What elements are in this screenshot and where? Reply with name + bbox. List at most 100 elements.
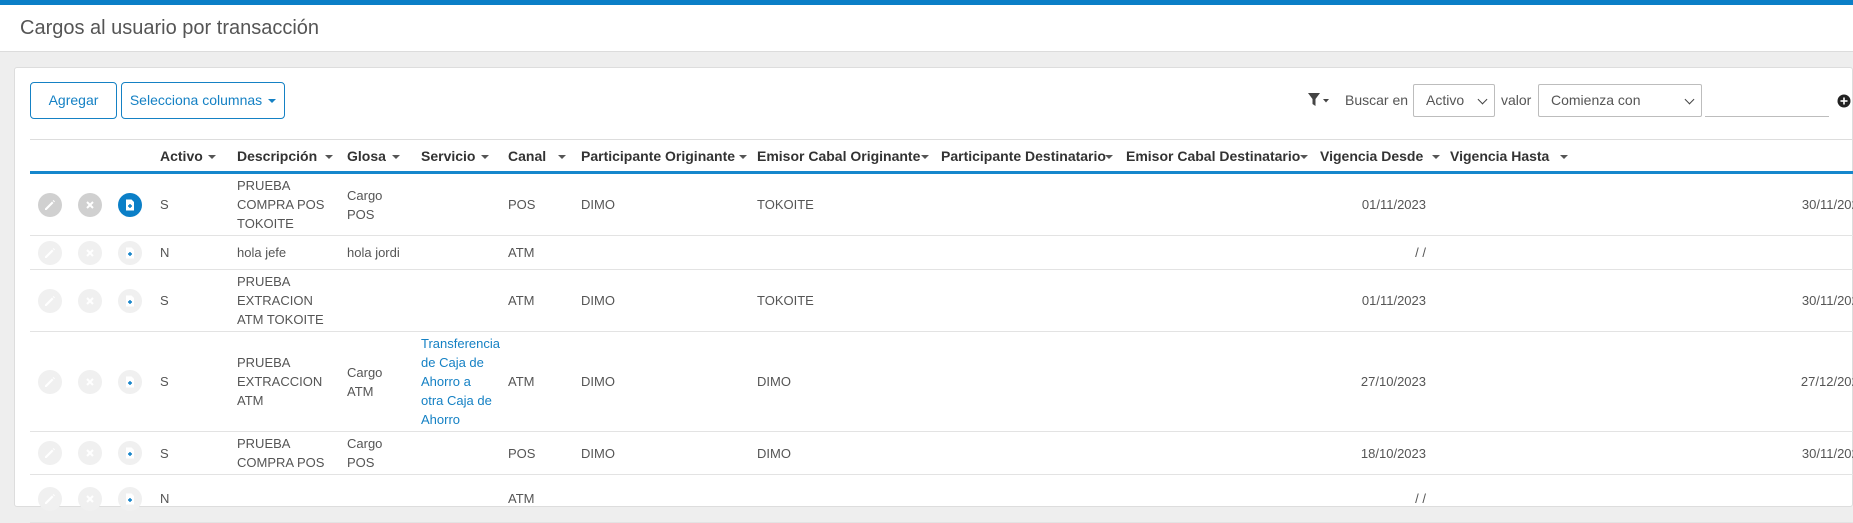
descripcion-cell: PRUEBA COMPRA POS TOKOITE (227, 172, 337, 236)
chevron-down-icon (1684, 94, 1695, 105)
header-vigencia-hasta[interactable]: Vigencia Hasta (1440, 139, 1853, 174)
search-in-label: Buscar en (1345, 92, 1409, 108)
table-row: Nhola jefehola jordi ATM / // / (30, 235, 1853, 270)
header-actions (30, 139, 70, 174)
emisor-cabal-originante-cell: TOKOITE (747, 172, 931, 236)
delete-icon[interactable] (78, 240, 102, 265)
sort-caret-icon (208, 155, 216, 159)
servicio-cell (411, 235, 498, 270)
action-cell (30, 431, 70, 475)
edit-icon[interactable] (38, 441, 62, 465)
action-cell (30, 474, 70, 523)
delete-icon[interactable] (78, 369, 102, 394)
vigencia-desde-cell: 01/11/2023 (1310, 269, 1440, 332)
action-cell (110, 269, 150, 332)
sort-caret-icon (1560, 155, 1568, 159)
filter-icon[interactable] (1307, 92, 1331, 108)
vigencia-desde-cell: 01/11/2023 (1310, 172, 1440, 236)
copy-document-icon[interactable] (118, 486, 142, 511)
glosa-cell (337, 474, 411, 523)
select-columns-button[interactable]: Selecciona columnas (121, 82, 285, 119)
canal-cell: ATM (498, 331, 571, 432)
action-cell (110, 331, 150, 432)
edit-icon[interactable] (38, 192, 62, 217)
edit-icon[interactable] (38, 288, 62, 313)
copy-document-icon[interactable] (118, 441, 142, 465)
glosa-cell (337, 269, 411, 332)
header-actions (70, 139, 110, 174)
action-cell (110, 172, 150, 236)
sort-caret-icon (1432, 155, 1440, 159)
activo-cell: N (150, 474, 227, 523)
emisor-cabal-originante-cell: DIMO (747, 331, 931, 432)
table-row: S PRUEBA COMPRA POS Cargo POS POS DIMO DIMO 18… (30, 431, 1853, 475)
header-emisor-cabal-originante[interactable]: Emisor Cabal Originante (747, 139, 931, 174)
search-value-input[interactable] (1705, 84, 1829, 117)
search-field-select[interactable]: Activo (1413, 84, 1495, 117)
table-row: S PRUEBA COMPRA POS TOKOITE Cargo POS POS DI… (30, 172, 1853, 236)
copy-document-icon[interactable] (118, 240, 142, 265)
operator-value: Comienza con (1551, 92, 1641, 108)
table-container: Activo Descripción Glosa Servicio Canal … (30, 139, 1853, 523)
sort-caret-icon (1105, 155, 1113, 159)
participante-originante-cell: DIMO (571, 172, 747, 236)
emisor-cabal-destinatario-cell (1116, 269, 1310, 332)
action-cell (30, 235, 70, 270)
sort-caret-icon (481, 155, 489, 159)
action-cell (70, 474, 110, 523)
action-cell (70, 331, 110, 432)
action-cell (30, 172, 70, 236)
action-cell (30, 269, 70, 332)
operator-select[interactable]: Comienza con (1538, 84, 1702, 117)
activo-cell: S (150, 172, 227, 236)
header-canal[interactable]: Canal (498, 139, 571, 174)
delete-icon[interactable] (78, 288, 102, 313)
vigencia-desde-cell: / / (1310, 235, 1440, 270)
activo-cell: S (150, 269, 227, 332)
vigencia-desde-cell: 27/10/2023 (1310, 331, 1440, 432)
canal-cell: POS (498, 431, 571, 475)
servicio-cell (411, 269, 498, 332)
plus-circle-icon[interactable] (1837, 94, 1851, 108)
edit-icon[interactable] (38, 486, 62, 511)
servicio-cell (411, 474, 498, 523)
header-activo[interactable]: Activo (150, 139, 227, 174)
header-glosa[interactable]: Glosa (337, 139, 411, 174)
header-participante-originante[interactable]: Participante Originante (571, 139, 747, 174)
charges-table: Activo Descripción Glosa Servicio Canal … (30, 139, 1853, 523)
add-button[interactable]: Agregar (30, 82, 117, 119)
header-participante-destinatario[interactable]: Participante Destinatario (931, 139, 1116, 174)
delete-icon[interactable] (78, 441, 102, 465)
page-header: Cargos al usuario por transacción (0, 5, 1853, 52)
edit-icon[interactable] (38, 369, 62, 394)
copy-document-icon[interactable] (118, 192, 142, 217)
sort-caret-icon (325, 155, 333, 159)
vigencia-hasta-cell: / / (1440, 235, 1853, 270)
edit-icon[interactable] (38, 240, 62, 265)
copy-document-icon[interactable] (118, 288, 142, 313)
header-emisor-cabal-destinatario[interactable]: Emisor Cabal Destinatario (1116, 139, 1310, 174)
vigencia-hasta-cell: 30/11/2023 (1440, 172, 1853, 236)
canal-cell: ATM (498, 474, 571, 523)
main-panel: Agregar Selecciona columnas Buscar en Ac… (14, 67, 1853, 523)
servicio-cell (411, 172, 498, 236)
descripcion-cell (227, 474, 337, 523)
participante-destinatario-cell (931, 269, 1116, 332)
vigencia-hasta-cell: 27/12/2023 (1440, 331, 1853, 432)
action-cell (70, 235, 110, 270)
header-vigencia-desde[interactable]: Vigencia Desde (1310, 139, 1440, 174)
delete-icon[interactable] (78, 486, 102, 511)
delete-icon[interactable] (78, 192, 102, 217)
header-descripcion[interactable]: Descripción (227, 139, 337, 174)
activo-cell: N (150, 235, 227, 270)
chevron-down-icon (1477, 94, 1488, 105)
copy-document-icon[interactable] (118, 369, 142, 394)
participante-originante-cell: DIMO (571, 269, 747, 332)
header-servicio[interactable]: Servicio (411, 139, 498, 174)
servicio-cell[interactable]: Transferencia de Caja de Ahorro a otra C… (411, 331, 500, 432)
canal-cell: ATM (498, 269, 571, 332)
canal-cell: POS (498, 172, 571, 236)
caret-down-icon (268, 99, 277, 104)
action-cell (30, 331, 70, 432)
emisor-cabal-destinatario-cell (1116, 331, 1310, 432)
